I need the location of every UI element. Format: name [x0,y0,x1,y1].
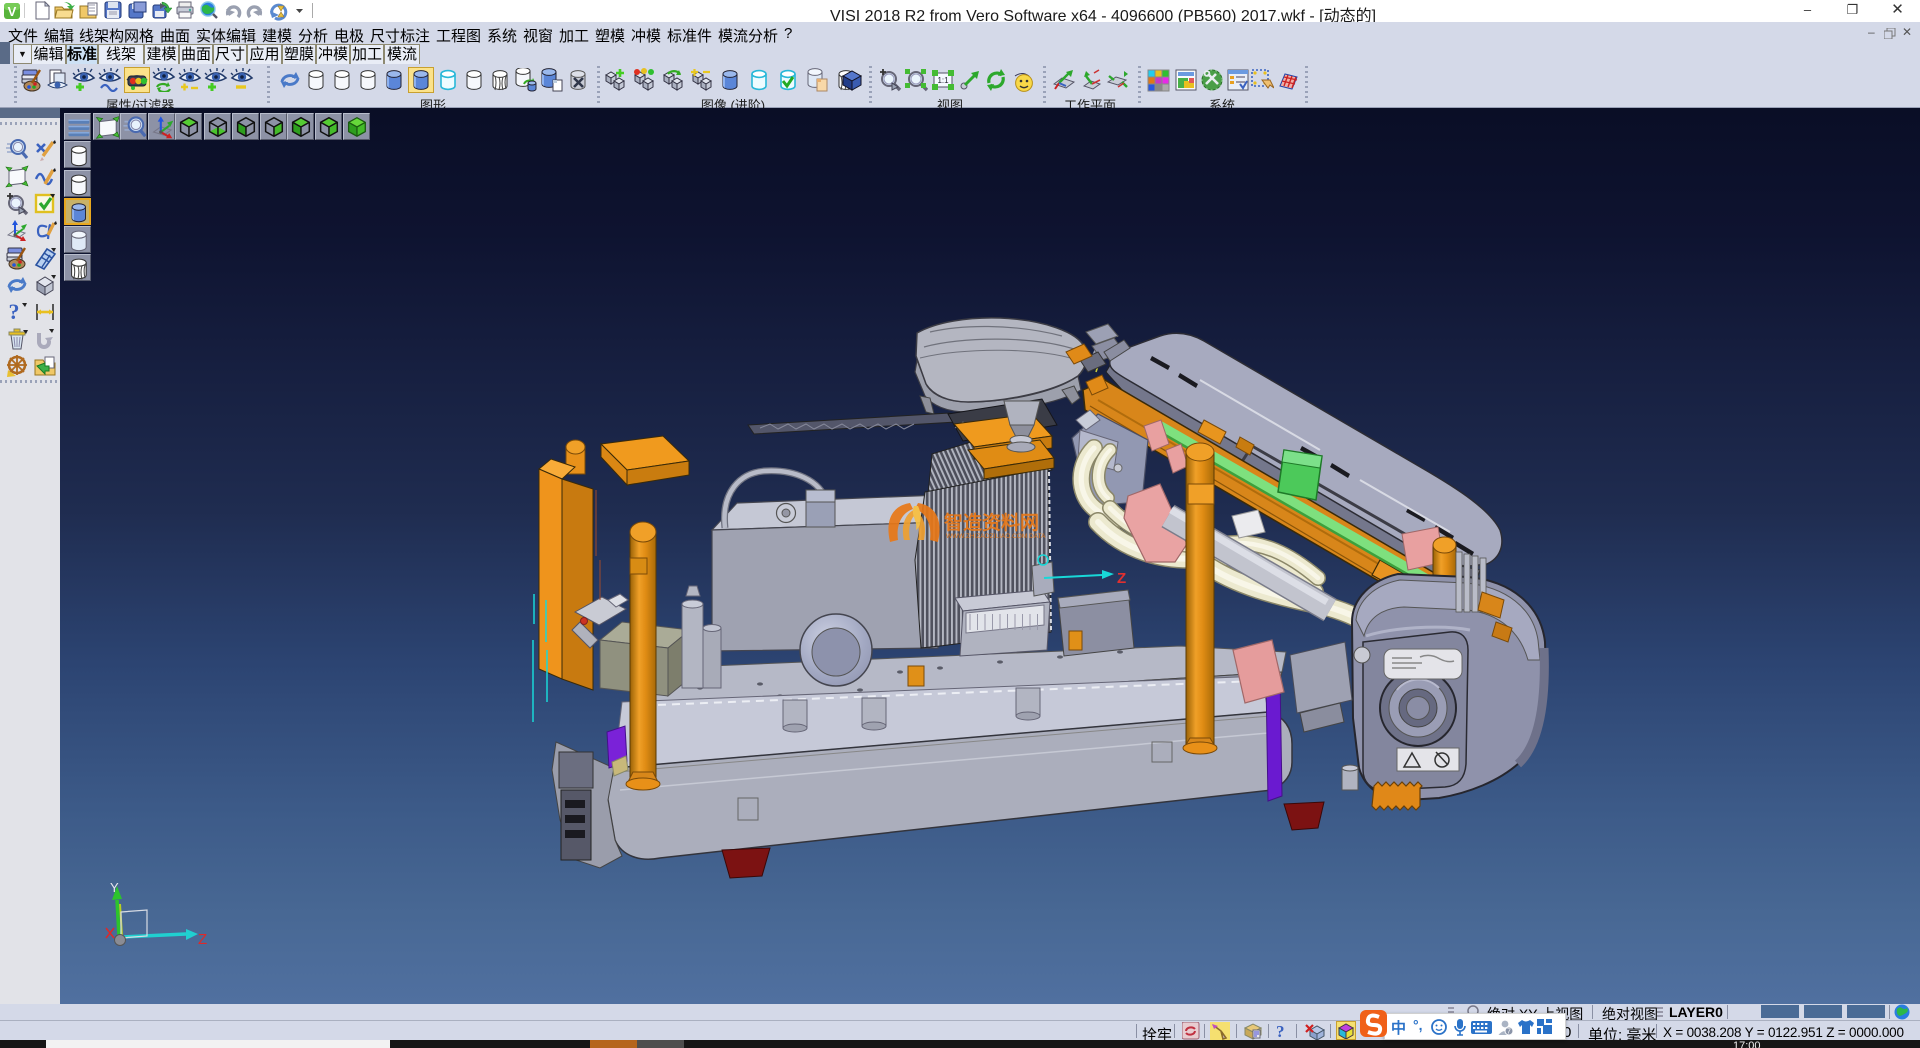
svg-text:V: V [8,4,17,19]
svg-text:7: 7 [1507,1029,1511,1036]
svg-text:WWW.ZHIZAOZILIAO.COM DATA: WWW.ZHIZAOZILIAO.COM DATA [946,533,1046,540]
svg-text:Z: Z [198,931,207,948]
svg-text:Y: Y [110,880,119,895]
svg-text:Z: Z [1117,570,1126,587]
svg-text:智造资料网: 智造资料网 [944,511,1039,534]
